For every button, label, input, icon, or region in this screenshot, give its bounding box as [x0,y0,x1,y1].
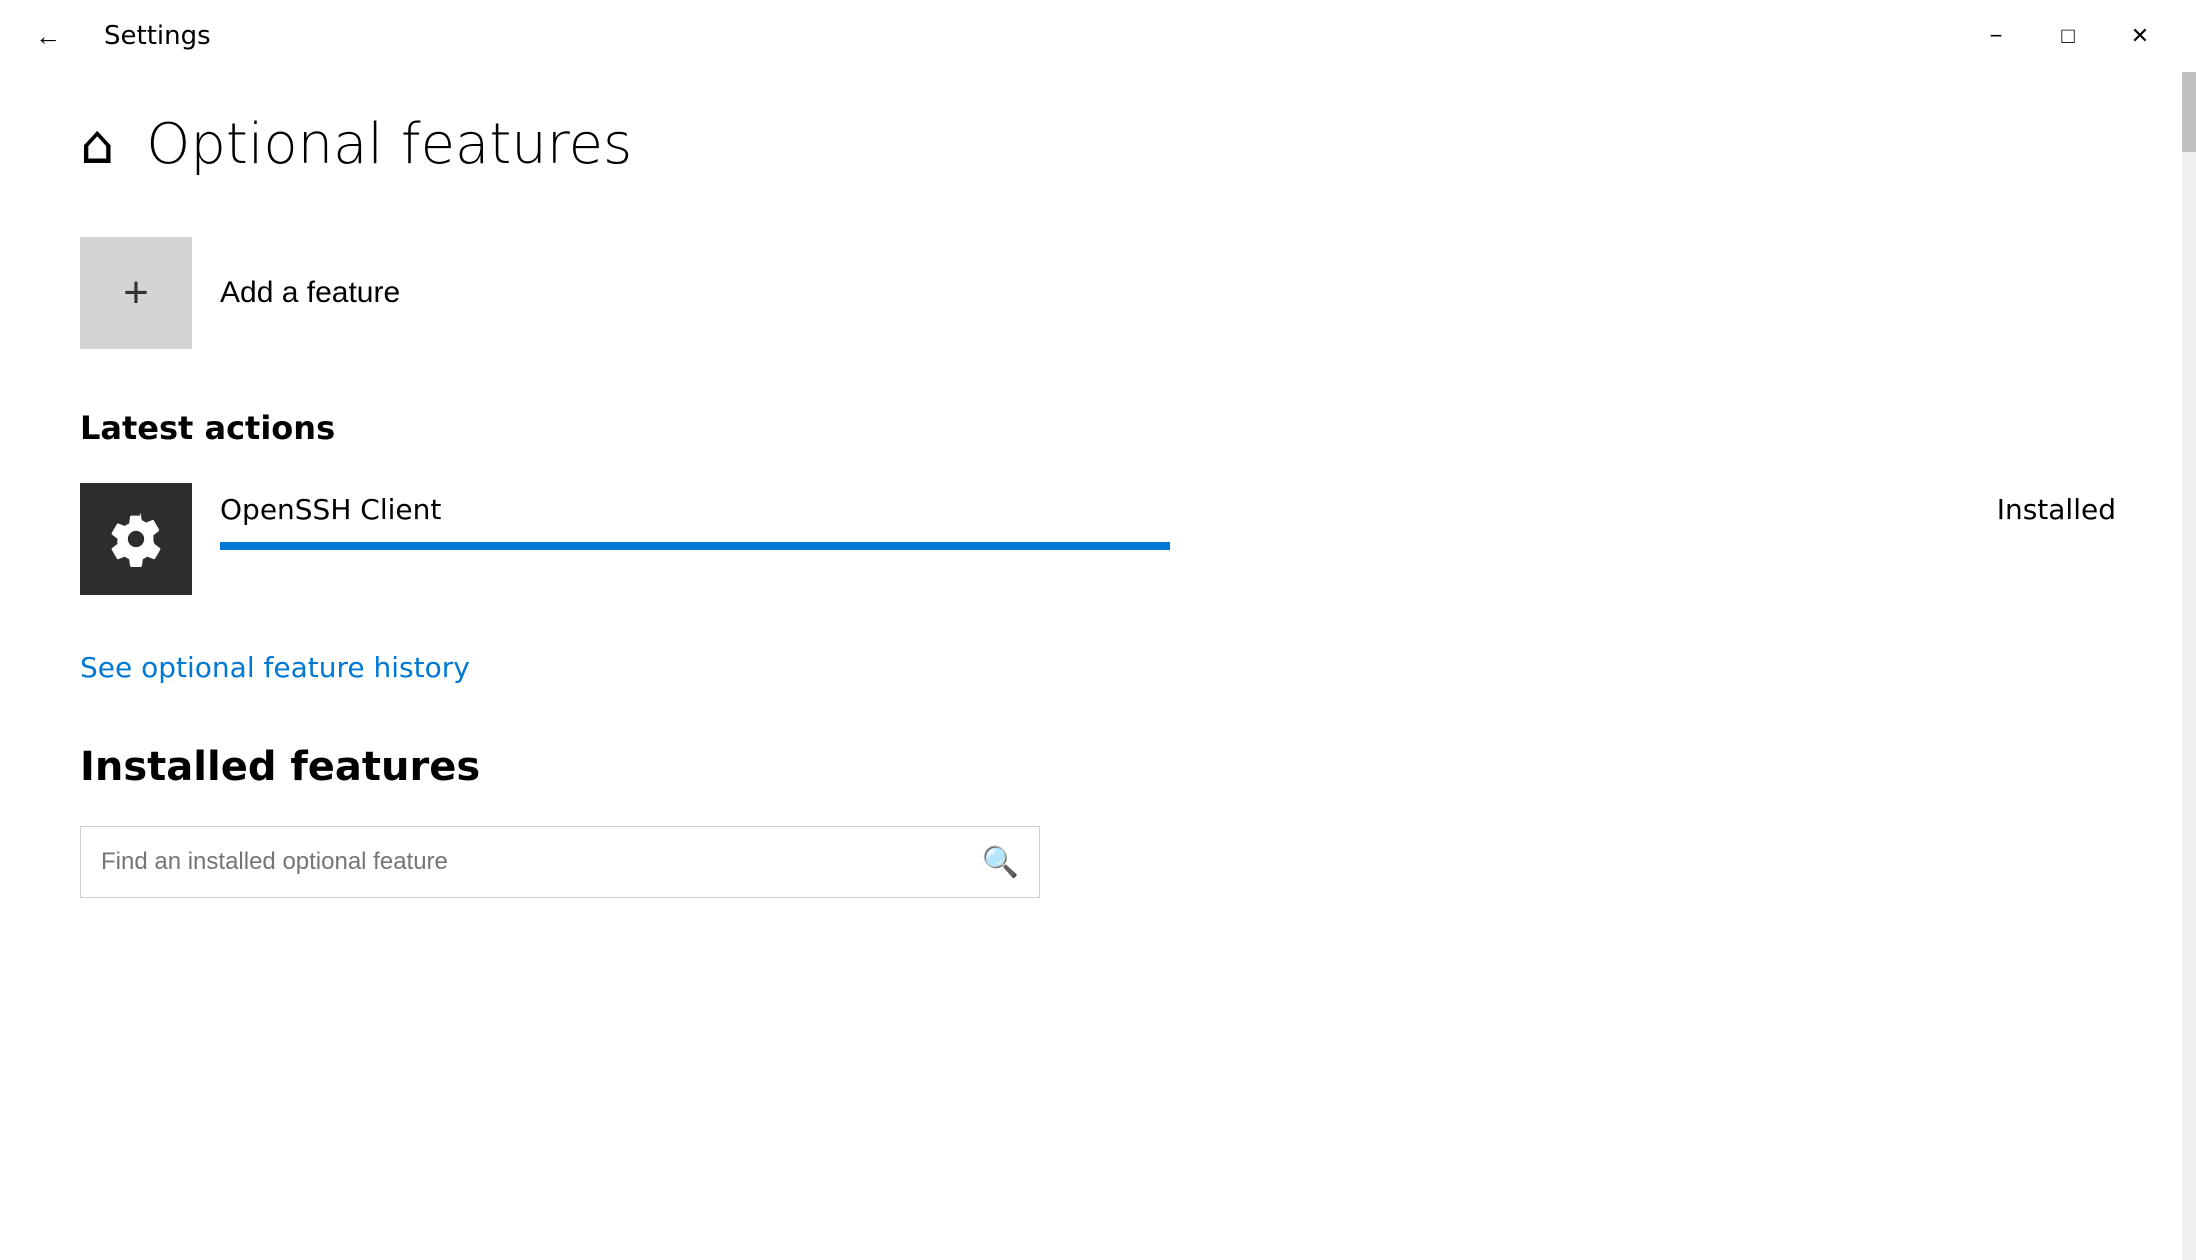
search-box: 🔍 [80,826,1040,898]
title-bar-controls: − □ ✕ [1960,0,2176,72]
scrollbar-thumb[interactable] [2182,72,2196,152]
openssh-progress-fill [220,542,1170,550]
openssh-status: Installed [1997,493,2116,526]
latest-actions-title: Latest actions [80,409,2116,447]
back-button[interactable]: ← [20,8,76,64]
search-input[interactable] [101,848,982,876]
add-feature-icon: + [80,237,192,349]
installed-features-section: Installed features 🔍 [80,744,2116,898]
title-bar-left: ← Settings [20,8,211,64]
scrollbar[interactable] [2182,72,2196,1260]
openssh-info: OpenSSH Client Installed [220,483,2116,550]
history-link[interactable]: See optional feature history [80,651,470,684]
latest-actions-section: Latest actions OpenSSH Client Installed … [80,409,2116,744]
close-button[interactable]: ✕ [2104,0,2176,72]
search-icon: 🔍 [982,845,1019,880]
openssh-name-row: OpenSSH Client Installed [220,493,2116,526]
openssh-name: OpenSSH Client [220,493,441,526]
openssh-icon [80,483,192,595]
installed-features-title: Installed features [80,744,2116,790]
home-icon: ⌂ [80,118,114,172]
openssh-feature-item: OpenSSH Client Installed [80,483,2116,595]
window-title: Settings [104,21,211,51]
add-feature-button[interactable]: + Add a feature [80,237,400,349]
minimize-button[interactable]: − [1960,0,2032,72]
page-header: ⌂ Optional features [80,112,2116,177]
main-content: ⌂ Optional features + Add a feature Late… [0,72,2196,938]
add-feature-label: Add a feature [220,276,400,310]
openssh-progress-container [220,542,1220,550]
cog-icon-svg [108,511,164,567]
page-title: Optional features [146,112,632,177]
maximize-button[interactable]: □ [2032,0,2104,72]
plus-icon: + [123,268,149,318]
title-bar: ← Settings − □ ✕ [0,0,2196,72]
